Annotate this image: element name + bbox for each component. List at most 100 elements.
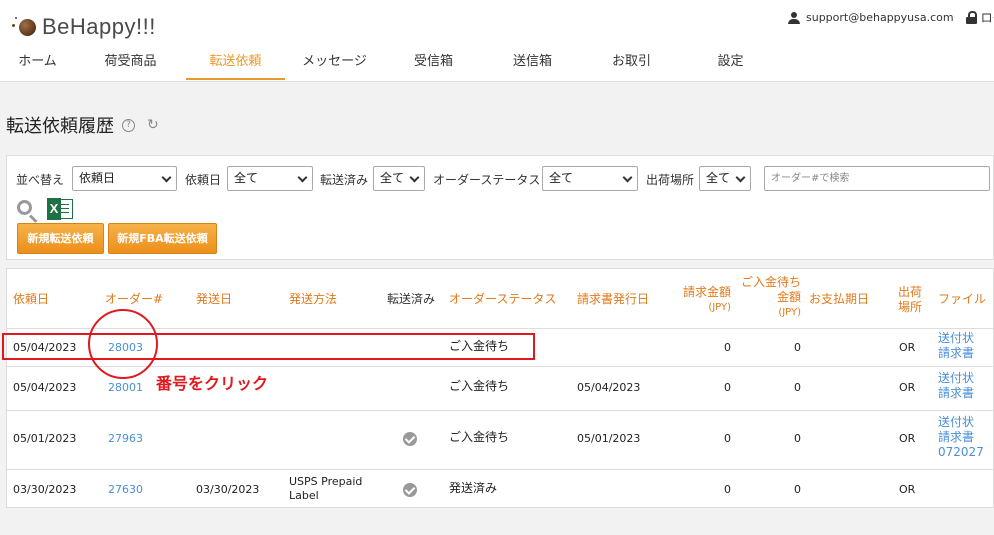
nav-item-forward-request[interactable]: 転送依頼 [186, 50, 285, 80]
file-link-invoice[interactable]: 請求書 [938, 430, 984, 445]
row-divider [7, 366, 994, 367]
request-history-table: 依頼日 オーダー# 発送日 発送方法 転送済み オーダーステータス 請求書発行日… [6, 268, 994, 508]
nav-item-home[interactable]: ホーム [0, 50, 75, 80]
annotation-text: 番号をクリック [156, 374, 269, 393]
logo[interactable]: BeHappy!!! [12, 14, 156, 40]
nav-item-messages[interactable]: メッセージ [285, 50, 384, 80]
cell-order-no-link[interactable]: 27630 [108, 483, 143, 497]
sort-select[interactable]: 依頼日 [72, 166, 177, 191]
shipping-place-select[interactable]: 全て [699, 166, 751, 191]
cell-invoice-date: 05/04/2023 [577, 381, 641, 394]
chevron-down-icon [735, 172, 746, 183]
cell-files: 送付状 請求書 [938, 331, 974, 361]
cell-pending-amount: 0 [794, 341, 801, 354]
sort-select-value: 依頼日 [79, 171, 116, 185]
cell-order-status: 発送済み [449, 481, 498, 495]
app-header: BeHappy!!! support@behappyusa.com ログアウト … [0, 0, 994, 82]
cell-ship-method-line2: Label [289, 489, 319, 502]
cell-invoice-amount: 0 [724, 483, 731, 496]
cell-request-date: 05/04/2023 [13, 381, 77, 394]
file-link-packing-slip[interactable]: 送付状 [938, 415, 984, 430]
file-link-tracking[interactable]: 072027 [938, 445, 984, 460]
order-status-select[interactable]: 全て [542, 166, 638, 191]
forwarded-select[interactable]: 全て [373, 166, 425, 191]
refresh-icon[interactable]: ↻ [147, 117, 159, 133]
file-link-invoice[interactable]: 請求書 [938, 346, 974, 361]
highlight-circle [88, 309, 158, 379]
col-header-order-status[interactable]: オーダーステータス [449, 292, 556, 307]
order-status-label: オーダーステータス [433, 173, 541, 187]
cell-order-no-link[interactable]: 28001 [108, 381, 143, 395]
col-header-order-no[interactable]: オーダー# [105, 292, 163, 307]
col-header-pending-amount-line2: 金額 [776, 290, 801, 304]
col-header-forwarded[interactable]: 転送済み [387, 292, 435, 307]
logo-text: BeHappy!!! [42, 14, 156, 39]
cell-ship-place: OR [899, 341, 916, 354]
col-header-ship-place-line1: 出荷 [898, 285, 923, 299]
nav-item-received-items[interactable]: 荷受商品 [75, 50, 186, 80]
page-title: 転送依頼履歴 [6, 116, 114, 137]
col-header-ship-place-line2: 場所 [898, 300, 923, 314]
file-link-invoice[interactable]: 請求書 [938, 386, 974, 401]
file-link-packing-slip[interactable]: 送付状 [938, 371, 974, 386]
col-header-ship-date[interactable]: 発送日 [196, 292, 232, 307]
cell-order-no-link[interactable]: 27963 [108, 432, 143, 446]
cell-pending-amount: 0 [794, 483, 801, 496]
col-header-file[interactable]: ファイル [938, 292, 986, 307]
cell-ship-place: OR [899, 483, 916, 496]
excel-icon-letter: X [47, 198, 61, 220]
cell-request-date: 05/01/2023 [13, 432, 77, 445]
new-forward-request-button[interactable]: 新規転送依頼 [17, 223, 104, 254]
col-header-request-date[interactable]: 依頼日 [13, 292, 49, 307]
nav-item-outbox[interactable]: 送信箱 [483, 50, 582, 80]
col-header-ship-place[interactable]: 出荷 場所 [898, 285, 922, 315]
logo-mark-icon [12, 15, 36, 39]
cell-ship-place: OR [899, 432, 916, 445]
filter-panel: 並べ替え 依頼日 依頼日 全て 転送済み 全て オーダーステータス 全て 出荷場… [6, 155, 994, 260]
cell-invoice-amount: 0 [724, 432, 731, 445]
excel-export-icon[interactable]: X [47, 198, 75, 220]
cell-files: 送付状 請求書 [938, 371, 974, 401]
col-header-ship-method[interactable]: 発送方法 [289, 292, 337, 307]
file-link-packing-slip[interactable]: 送付状 [938, 331, 974, 346]
cell-invoice-date: 05/01/2023 [577, 432, 641, 445]
chevron-down-icon [297, 172, 308, 183]
request-date-select-value: 全て [234, 171, 259, 185]
nav-item-inbox[interactable]: 受信箱 [384, 50, 483, 80]
cell-invoice-amount: 0 [724, 381, 731, 394]
cell-files: 送付状 請求書 072027 [938, 415, 984, 460]
col-header-invoice-date[interactable]: 請求書発行日 [577, 292, 649, 307]
shipping-place-label: 出荷場所 [646, 173, 695, 187]
cell-ship-date: 03/30/2023 [196, 483, 260, 496]
col-header-payment-due[interactable]: お支払期日 [809, 292, 869, 307]
logout-link[interactable]: ログアウト [981, 9, 994, 26]
cell-order-status: ご入金待ち [449, 430, 510, 444]
request-date-label: 依頼日 [185, 173, 222, 187]
search-icon[interactable] [17, 200, 39, 223]
cell-pending-amount: 0 [794, 432, 801, 445]
request-date-select[interactable]: 全て [227, 166, 313, 191]
sort-label: 並べ替え [16, 173, 65, 187]
user-area: support@behappyusa.com ログアウト [788, 9, 994, 26]
new-fba-forward-request-button[interactable]: 新規FBA転送依頼 [108, 223, 217, 254]
cell-request-date: 03/30/2023 [13, 483, 77, 496]
forwarded-check-icon [403, 432, 417, 446]
cell-ship-method: USPS Prepaid Label [289, 475, 362, 503]
help-icon[interactable]: ? [122, 118, 135, 132]
chevron-down-icon [161, 172, 172, 183]
row-divider [7, 410, 994, 411]
cell-pending-amount: 0 [794, 381, 801, 394]
cell-ship-place: OR [899, 381, 916, 394]
user-email[interactable]: support@behappyusa.com [806, 11, 954, 24]
forwarded-select-value: 全て [380, 171, 405, 185]
nav-item-transactions[interactable]: お取引 [582, 50, 681, 80]
shipping-place-select-value: 全て [706, 171, 731, 185]
main-nav: ホーム 荷受商品 転送依頼 メッセージ 受信箱 送信箱 お取引 設定 [0, 50, 780, 80]
col-header-invoice-amount-line2: (JPY) [708, 302, 731, 313]
order-search-input[interactable]: オーダー#で検索 [764, 166, 990, 191]
chevron-down-icon [622, 172, 633, 183]
nav-item-settings[interactable]: 設定 [681, 50, 780, 80]
user-icon [788, 11, 800, 24]
col-header-pending-amount[interactable]: ご入金待ち 金額 (JPY) [735, 275, 801, 320]
col-header-invoice-amount[interactable]: 請求金額 (JPY) [675, 285, 731, 315]
